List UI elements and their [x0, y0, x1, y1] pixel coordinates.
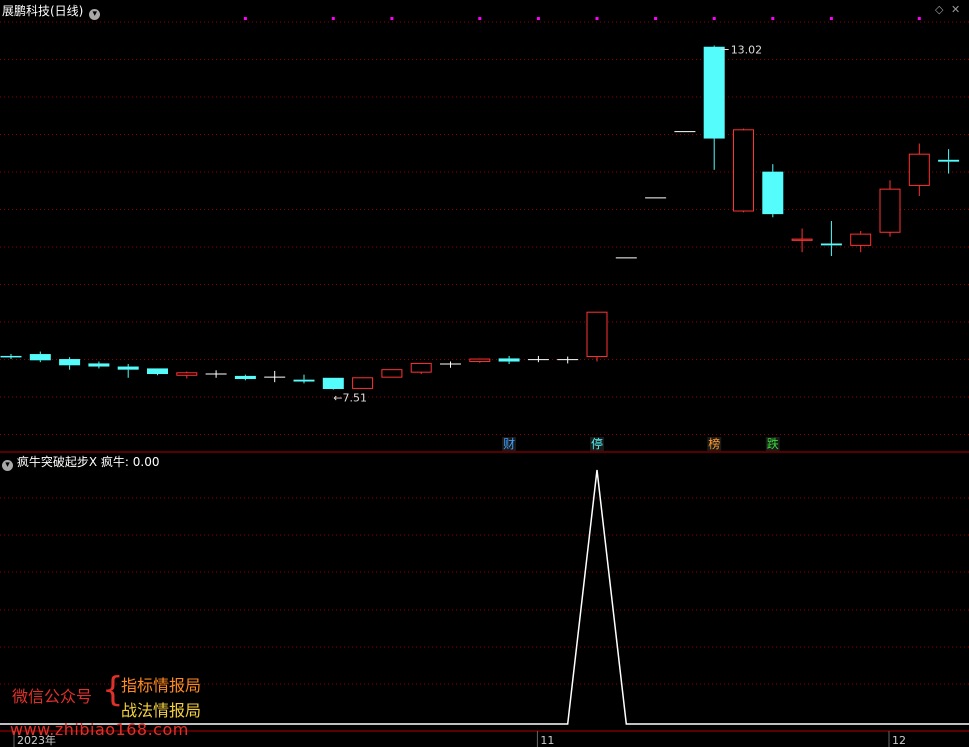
indicator-header: ▾ 疯牛突破起步X 疯牛: 0.00 — [2, 455, 159, 471]
indicator-title[interactable]: 疯牛突破起步X — [17, 455, 97, 469]
candle-body — [88, 363, 110, 367]
candle-body — [498, 358, 520, 362]
candle-body — [147, 368, 168, 375]
candle-body — [908, 153, 930, 186]
top-marker — [829, 17, 833, 20]
candle-body — [850, 233, 872, 246]
indicator-grid — [0, 497, 969, 685]
indicator-value: 疯牛: 0.00 — [100, 455, 160, 469]
top-markers-layer — [243, 17, 921, 20]
candle-body — [322, 377, 344, 390]
candle-body — [879, 188, 901, 233]
candle-body — [293, 379, 315, 382]
top-marker — [771, 17, 775, 20]
chart-canvas[interactable]: 财停榜跌 13.02←7.51 2023年 11 12 — [0, 0, 969, 747]
events-layer: 财停榜跌 — [502, 436, 780, 451]
stock-title[interactable]: 展鹏科技(日线) — [2, 4, 83, 18]
watermark-site[interactable]: www.zhibiao168.com — [10, 720, 189, 739]
stock-header: 展鹏科技(日线) ▾ — [2, 4, 101, 20]
candle-body — [703, 46, 725, 139]
candle-body — [117, 366, 139, 370]
event-label: 榜 — [708, 436, 720, 451]
diamond-icon[interactable]: ◇ — [935, 3, 943, 16]
candle-body — [469, 358, 491, 363]
top-marker — [654, 17, 658, 20]
candle-body — [29, 354, 51, 361]
x-tick-label: 12 — [892, 734, 906, 747]
watermark-line1: 指标情报局 — [121, 676, 202, 695]
candle-body — [0, 355, 22, 358]
top-marker — [478, 17, 482, 20]
top-marker — [243, 17, 247, 20]
event-label: 停 — [591, 436, 603, 451]
candle-body — [234, 375, 256, 380]
candle-body — [762, 171, 784, 215]
candle-body — [352, 377, 374, 389]
low-price-label: ←7.51 — [333, 392, 367, 405]
high-price-label: 13.02 — [731, 43, 763, 56]
top-marker — [331, 17, 335, 20]
candle-body — [820, 243, 842, 246]
main-grid — [0, 21, 969, 435]
watermark-line2: 战法情报局 — [121, 701, 202, 720]
dropdown-icon[interactable]: ▾ — [89, 9, 101, 20]
top-marker — [536, 17, 540, 20]
top-marker — [390, 17, 394, 20]
price-labels-layer: 13.02 ←7.51 — [333, 43, 762, 404]
x-tick-label: 11 — [540, 734, 554, 747]
candle-body — [176, 372, 198, 376]
top-marker — [917, 17, 921, 20]
top-marker — [595, 17, 599, 20]
top-marker — [712, 17, 716, 20]
watermark-label: 微信公众号 — [12, 687, 93, 706]
candle-body — [381, 369, 403, 378]
candle-body — [59, 359, 81, 366]
dropdown-icon[interactable]: ▾ — [2, 460, 13, 471]
candle-body — [938, 159, 960, 162]
event-label: 跌 — [767, 436, 779, 451]
candle-body — [586, 311, 608, 358]
event-label: 财 — [503, 437, 515, 451]
candle-body — [410, 362, 432, 373]
close-icon[interactable]: ✕ — [951, 3, 960, 16]
candle-body — [733, 129, 754, 212]
candle-body — [791, 238, 813, 241]
